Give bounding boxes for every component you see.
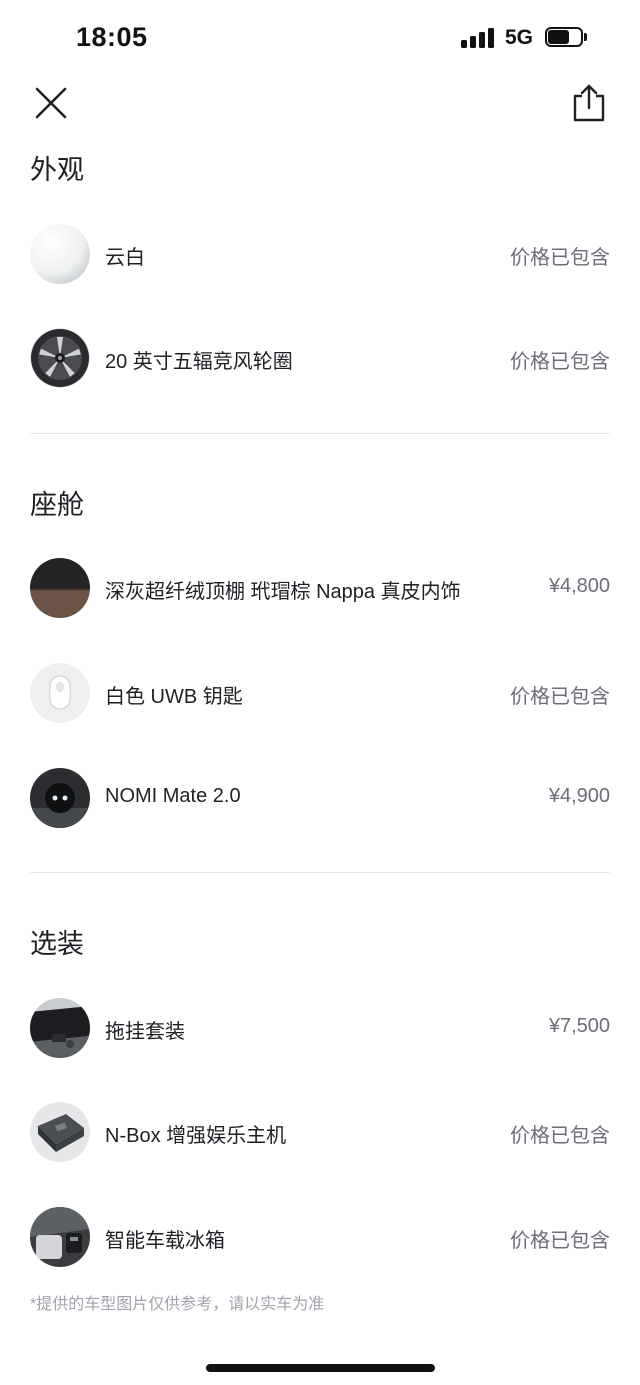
- option-label: 云白: [105, 247, 145, 269]
- white-paint-swatch-icon: [30, 224, 90, 284]
- disclaimer-note: *提供的车型图片仅供参考，请以实车为准: [30, 1296, 325, 1313]
- option-price: 价格已包含: [510, 1230, 610, 1252]
- option-label: NOMI Mate 2.0: [105, 785, 241, 807]
- option-price: ¥7,500: [548, 1015, 610, 1037]
- option-label: 深灰超纤绒顶棚 玳瑁棕 Nappa 真皮内饰: [105, 581, 461, 603]
- section-divider: [30, 872, 610, 873]
- car-fridge-icon: [30, 1207, 90, 1267]
- home-indicator[interactable]: [206, 1364, 435, 1372]
- share-icon: [573, 84, 605, 122]
- status-bar: 18:05 5G: [0, 0, 640, 78]
- section-title-cabin: 座舱: [30, 490, 84, 520]
- option-label: 20 英寸五辐竞风轮圈: [105, 351, 293, 373]
- share-button[interactable]: [568, 82, 610, 124]
- n-box-icon: [30, 1102, 90, 1162]
- battery-icon: [545, 27, 587, 47]
- status-time: 18:05: [76, 22, 148, 52]
- option-price: 价格已包含: [510, 351, 610, 373]
- option-price: 价格已包含: [510, 1125, 610, 1147]
- option-label: 白色 UWB 钥匙: [105, 686, 243, 708]
- option-label: 拖挂套装: [105, 1021, 185, 1043]
- wheel-rim-icon: [30, 328, 90, 388]
- interior-swatch-icon: [30, 558, 90, 618]
- option-row-nomi-mate[interactable]: NOMI Mate 2.0 ¥4,900: [30, 766, 610, 830]
- option-row-uwb-key[interactable]: 白色 UWB 钥匙 价格已包含: [30, 661, 610, 725]
- option-price: 价格已包含: [510, 247, 610, 269]
- option-price: ¥4,900: [548, 785, 610, 807]
- option-row-tow-hitch[interactable]: 拖挂套装 ¥7,500: [30, 996, 610, 1060]
- option-row-car-fridge[interactable]: 智能车载冰箱 价格已包含: [30, 1205, 610, 1269]
- uwb-key-icon: [30, 663, 90, 723]
- option-row-n-box[interactable]: N-Box 增强娱乐主机 价格已包含: [30, 1100, 610, 1164]
- signal-icon: [461, 28, 495, 48]
- option-price: 价格已包含: [510, 686, 610, 708]
- close-button[interactable]: [32, 84, 70, 122]
- close-icon: [35, 87, 67, 119]
- section-title-exterior: 外观: [30, 155, 84, 185]
- option-row-interior[interactable]: 深灰超纤绒顶棚 玳瑁棕 Nappa 真皮内饰 ¥4,800: [30, 556, 610, 620]
- option-row-cloud-white[interactable]: 云白 价格已包含: [30, 222, 610, 286]
- option-price: ¥4,800: [548, 575, 610, 597]
- nomi-mate-icon: [30, 768, 90, 828]
- option-label: 智能车载冰箱: [105, 1230, 225, 1252]
- option-row-wheel[interactable]: 20 英寸五辐竞风轮圈 价格已包含: [30, 326, 610, 390]
- section-divider: [30, 433, 610, 434]
- tow-hitch-icon: [30, 998, 90, 1058]
- section-title-options: 选装: [30, 929, 84, 959]
- network-type: 5G: [505, 26, 534, 49]
- option-label: N-Box 增强娱乐主机: [105, 1125, 287, 1147]
